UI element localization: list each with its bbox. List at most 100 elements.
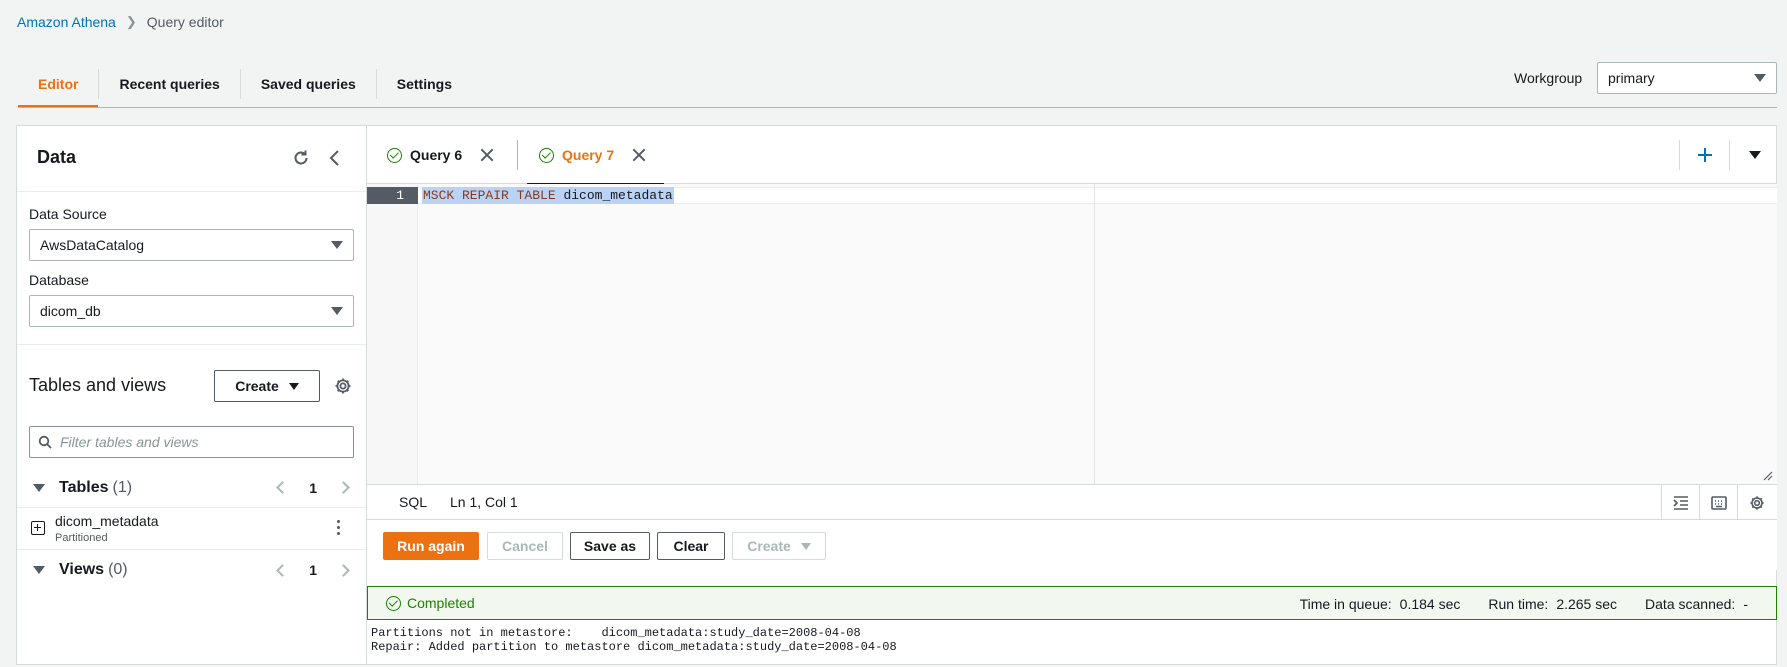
line-gutter xyxy=(367,184,418,484)
workgroup-select[interactable]: primary xyxy=(1597,62,1777,94)
tables-count: (1) xyxy=(112,478,133,496)
create-label: Create xyxy=(235,378,279,394)
output-line: Partitions not in metastore: dicom_metad… xyxy=(371,626,861,640)
tables-page-number[interactable]: 1 xyxy=(309,480,317,496)
top-tabs: Editor Recent queries Saved queries Sett… xyxy=(18,60,472,108)
search-icon xyxy=(38,435,52,449)
resize-handle-icon[interactable] xyxy=(1761,468,1773,481)
gear-icon[interactable] xyxy=(333,376,353,396)
refresh-icon[interactable] xyxy=(289,146,313,170)
tables-title: Tables xyxy=(59,478,109,496)
tables-section-header[interactable]: Tables (1) 1 xyxy=(17,468,366,508)
close-icon[interactable] xyxy=(480,148,494,162)
tab-settings[interactable]: Settings xyxy=(377,60,472,108)
query-stats: Time in queue: 0.184 sec Run time: 2.265… xyxy=(1300,596,1748,612)
caret-down-icon xyxy=(1754,74,1766,82)
breadcrumb-amazon-athena[interactable]: Amazon Athena xyxy=(17,14,116,30)
query-output: Partitions not in metastore: dicom_metad… xyxy=(371,626,897,654)
views-count: (0) xyxy=(108,561,128,578)
tables-and-views-section: Tables and views Create Tables (1) 1 dic… xyxy=(17,344,366,665)
database-label: Database xyxy=(29,272,89,288)
gear-icon[interactable] xyxy=(1737,485,1775,520)
more-options-icon[interactable] xyxy=(335,520,341,538)
output-line: Repair: Added partition to metastore dic… xyxy=(371,640,897,654)
save-as-button[interactable]: Save as xyxy=(570,532,650,560)
time-in-queue-label: Time in queue: xyxy=(1299,596,1392,612)
cancel-button[interactable]: Cancel xyxy=(487,532,563,560)
tab-divider xyxy=(1729,140,1730,170)
tab-recent-queries[interactable]: Recent queries xyxy=(99,60,239,108)
print-margin xyxy=(1094,184,1095,484)
status-completed: Completed xyxy=(386,595,475,611)
prev-page-icon[interactable] xyxy=(276,563,290,577)
run-time-value: 2.265 sec xyxy=(1556,596,1618,612)
code-line: MSCK REPAIR TABLE dicom_metadata xyxy=(422,187,674,204)
tables-pagination: 1 xyxy=(276,480,350,496)
cursor-position: Ln 1, Col 1 xyxy=(450,494,518,510)
caret-down-icon xyxy=(800,542,811,550)
data-source-value: AwsDataCatalog xyxy=(40,237,145,253)
data-scanned-label: Data scanned: xyxy=(1645,596,1736,612)
views-title: Views xyxy=(59,561,105,578)
filter-tables-input[interactable] xyxy=(60,434,340,450)
query-tabs: Query 6 Query 7 xyxy=(367,126,1777,185)
format-indent-icon[interactable] xyxy=(1661,485,1699,520)
query-tab-6[interactable]: Query 6 xyxy=(387,126,494,184)
language-label: SQL xyxy=(399,494,428,510)
query-actions: Run again Cancel Save as Clear Create xyxy=(367,520,1777,570)
data-source-select[interactable]: AwsDataCatalog xyxy=(29,229,354,261)
data-scanned-value: - xyxy=(1743,596,1748,612)
table-partitioned-label: Partitioned xyxy=(55,532,108,544)
table-name: dicom_metadata xyxy=(55,513,159,529)
add-tab-icon[interactable] xyxy=(1693,143,1717,167)
create-label: Create xyxy=(747,538,791,554)
tab-editor[interactable]: Editor xyxy=(18,60,99,108)
views-section-header[interactable]: Views (0) 1 xyxy=(17,550,366,590)
caret-down-icon xyxy=(288,382,299,390)
check-circle-icon xyxy=(386,595,401,611)
views-pagination: 1 xyxy=(276,562,350,578)
editor-panel: Query 6 Query 7 1 MSCK REPAIR TABLE dico… xyxy=(367,125,1777,665)
caret-down-icon xyxy=(33,483,45,492)
chevron-right-icon: ❯ xyxy=(125,14,137,29)
tab-divider xyxy=(517,140,518,170)
caret-down-icon[interactable] xyxy=(1743,143,1767,167)
query-tab-label: Query 7 xyxy=(562,147,615,163)
time-in-queue-value: 0.184 sec xyxy=(1399,596,1461,612)
editor-status-bar: SQL Ln 1, Col 1 xyxy=(367,484,1777,520)
sql-editor[interactable]: 1 MSCK REPAIR TABLE dicom_metadata xyxy=(367,184,1777,484)
line-number: 1 xyxy=(367,187,418,204)
database-select[interactable]: dicom_db xyxy=(29,295,354,327)
run-time-label: Run time: xyxy=(1488,596,1549,612)
run-again-button[interactable]: Run again xyxy=(383,532,479,560)
filter-tables-field xyxy=(29,426,354,458)
expand-icon[interactable] xyxy=(31,521,45,535)
data-panel-title: Data xyxy=(37,147,77,167)
status-label: Completed xyxy=(407,595,475,611)
tab-saved-queries[interactable]: Saved queries xyxy=(241,60,376,108)
close-icon[interactable] xyxy=(632,148,646,162)
sql-identifier: dicom_metadata xyxy=(563,188,673,203)
views-page-number[interactable]: 1 xyxy=(309,562,317,578)
query-status-banner: Completed Time in queue: 0.184 sec Run t… xyxy=(367,586,1777,620)
check-circle-icon xyxy=(387,147,402,163)
create-table-button[interactable]: Create xyxy=(214,370,320,402)
caret-down-icon xyxy=(331,241,343,249)
workgroup-value: primary xyxy=(1608,70,1655,86)
prev-page-icon[interactable] xyxy=(276,481,290,494)
clear-button[interactable]: Clear xyxy=(657,532,725,560)
table-list-item[interactable]: dicom_metadata Partitioned xyxy=(17,508,366,550)
query-tab-7[interactable]: Query 7 xyxy=(526,126,665,185)
tables-and-views-title: Tables and views xyxy=(29,375,167,395)
next-page-icon[interactable] xyxy=(337,563,350,577)
next-page-icon[interactable] xyxy=(337,481,350,494)
check-circle-icon xyxy=(539,147,554,163)
breadcrumb: Amazon Athena ❯ Query editor xyxy=(17,14,224,30)
create-button[interactable]: Create xyxy=(732,532,826,560)
collapse-panel-icon[interactable] xyxy=(323,146,347,170)
breadcrumb-current: Query editor xyxy=(146,14,224,30)
sql-keywords: MSCK REPAIR TABLE xyxy=(423,188,556,203)
workgroup-label: Workgroup xyxy=(1514,70,1583,86)
keyboard-shortcuts-icon[interactable] xyxy=(1699,485,1737,520)
data-panel-header: Data xyxy=(17,126,366,192)
